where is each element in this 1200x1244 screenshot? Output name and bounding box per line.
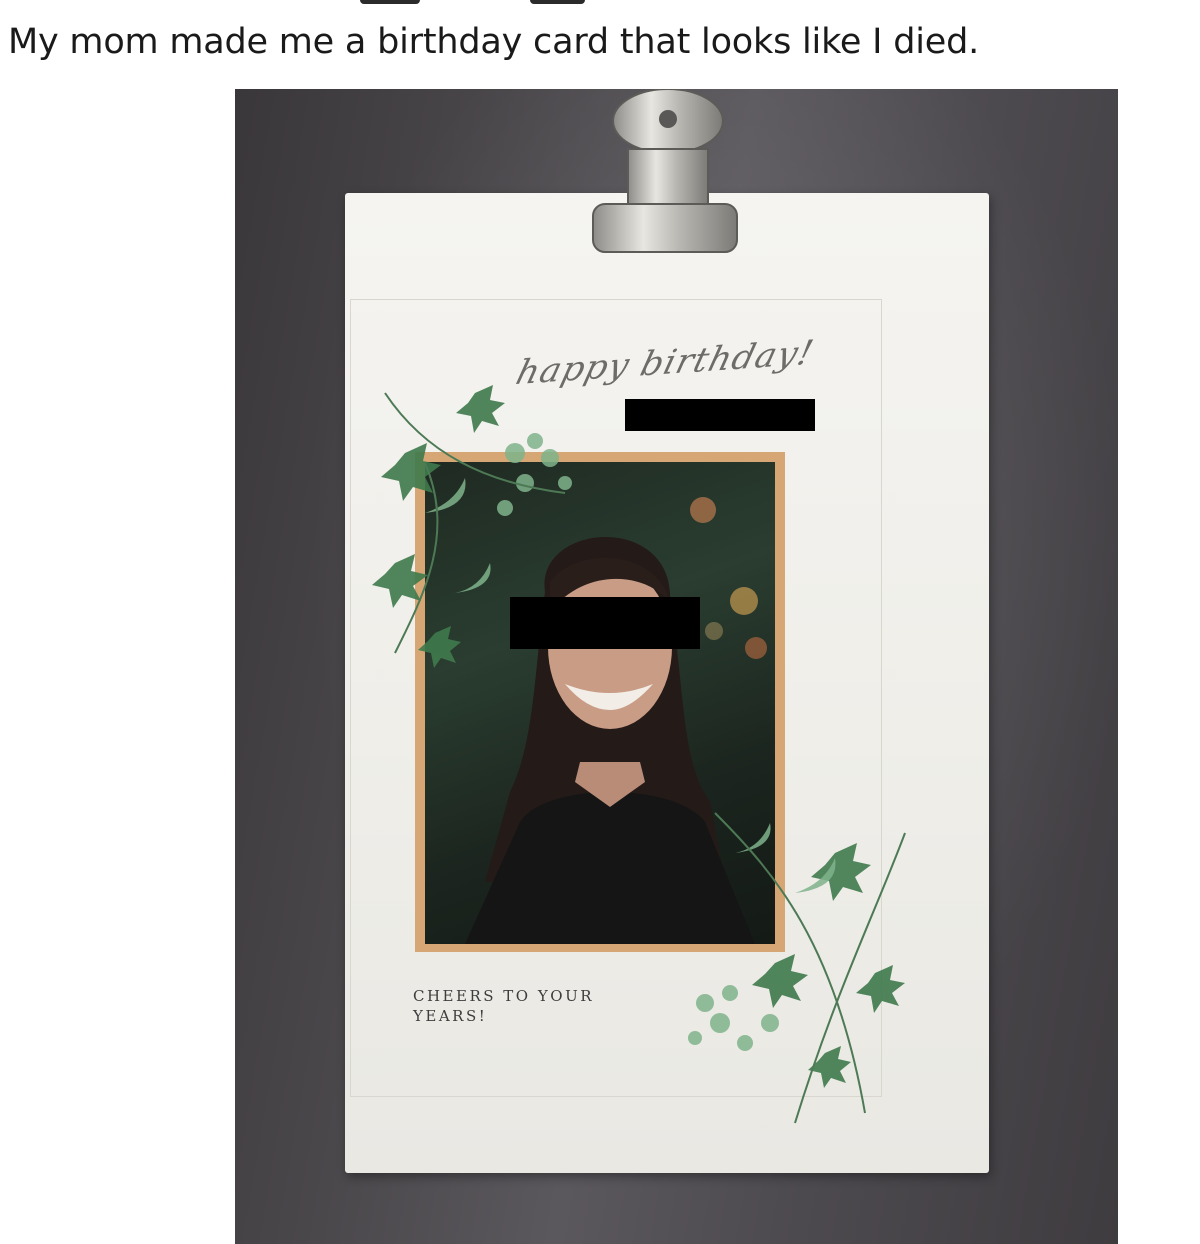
cropped-header-fragment: [530, 0, 585, 4]
card-message-line1: CHEERS TO YOUR: [413, 987, 595, 1005]
ivy-leaves-icon: [372, 385, 572, 668]
post-image[interactable]: happy birthday! CHEERS TO YOUR YEARS!: [235, 89, 1118, 1244]
binder-clip-icon: [592, 89, 738, 253]
post-title[interactable]: My mom made me a birthday card that look…: [8, 22, 979, 62]
name-redaction-bar: [625, 399, 815, 431]
ivy-leaves-icon: [688, 812, 906, 1124]
cropped-header-fragment: [360, 0, 420, 4]
card-message: CHEERS TO YOUR YEARS!: [413, 986, 594, 1026]
birthday-card: happy birthday! CHEERS TO YOUR YEARS!: [345, 193, 989, 1173]
card-message-line2: YEARS!: [413, 1007, 488, 1025]
